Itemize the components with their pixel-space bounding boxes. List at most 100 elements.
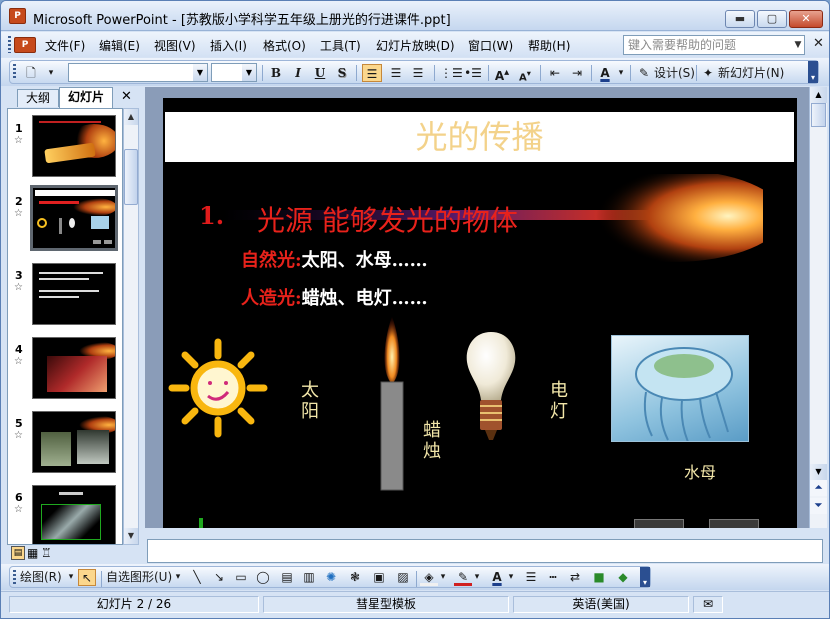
shadow-style-icon[interactable]: ■	[590, 569, 608, 586]
clipart-tool-icon[interactable]: ❃	[346, 569, 364, 586]
design-icon[interactable]: ✎	[634, 64, 654, 82]
decrease-font-button[interactable]: A▾	[515, 64, 535, 83]
align-right-button[interactable]: ☰	[408, 64, 428, 82]
arrow-tool-icon[interactable]: ↘	[210, 569, 228, 586]
scroll-up-icon[interactable]: ▲	[124, 109, 138, 125]
scroll-down-icon[interactable]: ▼	[810, 464, 827, 480]
light-bulb-image[interactable]	[463, 330, 519, 445]
menu-slideshow[interactable]: 幻灯片放映(D)	[376, 37, 455, 54]
slideshow-view-icon[interactable]: ♖	[41, 546, 52, 560]
dash-style-icon[interactable]: ┅	[544, 569, 562, 586]
font-dropdown-icon[interactable]: ▼	[193, 64, 207, 81]
previous-slide-icon[interactable]: ⏶	[810, 480, 827, 496]
menu-help[interactable]: 帮助(H)	[528, 37, 570, 54]
font-color-dropdown-icon[interactable]: ▾	[615, 64, 627, 82]
candle-image[interactable]	[378, 316, 406, 492]
menu-tools[interactable]: 工具(T)	[320, 37, 361, 54]
font-color-dropdown-icon[interactable]: ▾	[506, 569, 516, 586]
slide-sorter-icon[interactable]: ▦	[27, 546, 38, 560]
scroll-thumb[interactable]	[811, 103, 826, 127]
normal-view-icon[interactable]: ▤	[11, 546, 25, 560]
size-dropdown-icon[interactable]: ▼	[242, 64, 256, 81]
numbering-button[interactable]: ⋮☰	[440, 64, 463, 82]
slide-thumbnail[interactable]	[32, 411, 116, 473]
menu-window[interactable]: 窗口(W)	[468, 37, 513, 54]
menu-view[interactable]: 视图(V)	[154, 37, 196, 54]
diagram-tool-icon[interactable]: ✺	[322, 569, 340, 586]
textbox-tool-icon[interactable]: ▤	[278, 569, 296, 586]
increase-font-button[interactable]: A▴	[492, 64, 512, 83]
align-left-button[interactable]: ☰	[362, 64, 382, 82]
powerpoint-app-icon[interactable]: P	[9, 8, 26, 24]
title-bar[interactable]: P Microsoft PowerPoint - [苏教版小学科学五年级上册光的…	[1, 1, 829, 31]
slide-thumbnail[interactable]	[32, 337, 116, 399]
scroll-up-icon[interactable]: ▲	[810, 87, 827, 103]
bold-button[interactable]: B	[267, 64, 285, 82]
next-slide-icon[interactable]: ⏷	[810, 498, 827, 514]
thumbnail-scrollbar[interactable]: ▲ ▼	[123, 108, 139, 545]
sun-image[interactable]	[168, 338, 268, 438]
slide-thumbnail-selected[interactable]	[30, 185, 118, 251]
menu-grip-handle[interactable]	[8, 36, 11, 53]
pane-close-icon[interactable]: ✕	[121, 89, 132, 104]
slide-scrollbar[interactable]: ▲ ▼ ⏶ ⏷	[809, 87, 827, 528]
slide-prev-nav-button[interactable]	[634, 519, 684, 528]
toolbar-grip-handle[interactable]	[13, 570, 16, 585]
new-document-icon[interactable]: 🗋	[22, 64, 40, 82]
document-icon[interactable]: P	[14, 37, 36, 53]
toolbar-overflow-icon[interactable]: ▾	[640, 567, 650, 587]
arrow-style-icon[interactable]: ⇄	[566, 569, 584, 586]
design-button[interactable]: 设计(S)	[654, 64, 696, 82]
slide-title-placeholder[interactable]: 光的传播	[165, 112, 794, 162]
line-style-icon[interactable]: ☰	[522, 569, 540, 586]
font-name-input[interactable]	[68, 63, 208, 82]
toolbar-options-icon[interactable]: ▾	[44, 64, 58, 82]
slide-thumbnail[interactable]	[32, 115, 116, 177]
jellyfish-image[interactable]	[611, 335, 749, 442]
maximize-button[interactable]: ▢	[757, 10, 787, 28]
tab-slides[interactable]: 幻灯片	[59, 87, 113, 108]
line-color-icon[interactable]: ✎	[454, 569, 472, 586]
draw-dropdown-icon[interactable]: ▾	[66, 569, 76, 586]
close-button[interactable]: ✕	[789, 10, 823, 28]
wordart-tool-icon[interactable]: ▥	[300, 569, 318, 586]
3d-style-icon[interactable]: ◆	[614, 569, 632, 586]
scroll-down-icon[interactable]: ▼	[124, 528, 138, 544]
increase-indent-button[interactable]: ⇥	[567, 64, 587, 82]
help-search-input[interactable]: 键入需要帮助的问题	[623, 35, 805, 55]
toolbar-grip-handle[interactable]	[13, 64, 16, 80]
new-slide-icon[interactable]: ✦	[700, 64, 716, 82]
minimize-button[interactable]: ▬	[725, 10, 755, 28]
underline-button[interactable]: U	[311, 64, 329, 82]
menu-edit[interactable]: 编辑(E)	[99, 37, 140, 54]
fill-color-icon[interactable]: ◈	[420, 569, 438, 586]
menu-insert[interactable]: 插入(I)	[210, 37, 247, 54]
shadow-button[interactable]: S	[333, 64, 351, 82]
current-slide[interactable]: 光的传播 1. 光源 能够发光的物体 自然光:太阳、水母…… 人造光:蜡烛、电灯…	[163, 98, 797, 528]
slide-thumbnail[interactable]	[32, 485, 116, 544]
bullets-button[interactable]: •☰	[463, 64, 483, 82]
draw-menu-button[interactable]: 绘图(R)	[20, 569, 72, 586]
menu-format[interactable]: 格式(O)	[263, 37, 306, 54]
toolbar-overflow-icon[interactable]: ▾	[808, 61, 818, 83]
font-color-button[interactable]: A	[596, 64, 614, 82]
help-dropdown-icon[interactable]: ▼	[791, 35, 805, 55]
slide-thumbnail[interactable]	[32, 263, 116, 325]
autoshapes-dropdown-icon[interactable]: ▾	[173, 569, 183, 586]
fill-color-dropdown-icon[interactable]: ▾	[438, 569, 448, 586]
notes-pane[interactable]	[147, 539, 823, 563]
line-color-dropdown-icon[interactable]: ▾	[472, 569, 482, 586]
spell-check-icon[interactable]: ✉	[693, 596, 723, 613]
font-color-icon[interactable]: A	[488, 569, 506, 586]
picture-tool-icon[interactable]: ▣	[370, 569, 388, 586]
decrease-indent-button[interactable]: ⇤	[545, 64, 565, 82]
italic-button[interactable]: I	[289, 64, 307, 82]
scroll-thumb[interactable]	[124, 149, 138, 205]
new-slide-button[interactable]: 新幻灯片(N)	[718, 64, 790, 82]
tab-outline[interactable]: 大纲	[17, 89, 59, 107]
select-pointer-button[interactable]: ↖	[78, 569, 96, 586]
insert-image-icon[interactable]: ▨	[394, 569, 412, 586]
document-close-icon[interactable]: ✕	[813, 36, 824, 51]
rectangle-tool-icon[interactable]: ▭	[232, 569, 250, 586]
menu-file[interactable]: 文件(F)	[45, 37, 85, 54]
